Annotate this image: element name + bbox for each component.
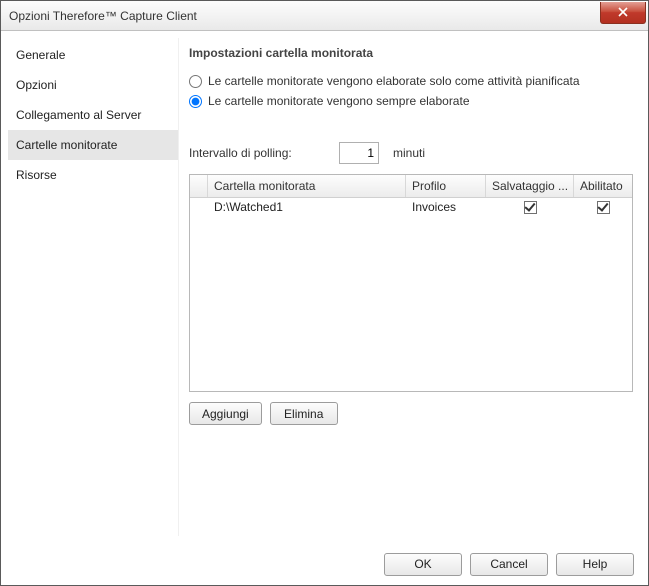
content-pane: Impostazioni cartella monitorata Le cart… (178, 38, 641, 536)
table-header: Cartella monitorata Profilo Salvataggio … (190, 175, 632, 198)
dialog-window: Opzioni Therefore™ Capture Client Genera… (0, 0, 649, 586)
polling-row: Intervallo di polling: minuti (189, 142, 633, 164)
col-handle[interactable] (190, 175, 208, 197)
sidebar-item-collegamento[interactable]: Collegamento al Server (8, 100, 178, 130)
sidebar-item-opzioni[interactable]: Opzioni (8, 70, 178, 100)
col-profile[interactable]: Profilo (406, 175, 486, 197)
dialog-footer: OK Cancel Help (1, 543, 648, 585)
radio-always[interactable]: Le cartelle monitorate vengono sempre el… (189, 94, 633, 108)
cell-save (486, 199, 574, 215)
close-button[interactable] (600, 2, 646, 24)
polling-unit: minuti (393, 146, 425, 160)
table-body: D:\Watched1 Invoices (190, 198, 632, 391)
cancel-button[interactable]: Cancel (470, 553, 548, 576)
sidebar-item-generale[interactable]: Generale (8, 40, 178, 70)
ok-button[interactable]: OK (384, 553, 462, 576)
delete-button[interactable]: Elimina (270, 402, 338, 425)
col-enabled[interactable]: Abilitato (574, 175, 632, 197)
radio-always-label: Le cartelle monitorate vengono sempre el… (208, 94, 470, 108)
col-save[interactable]: Salvataggio ... (486, 175, 574, 197)
add-button[interactable]: Aggiungi (189, 402, 262, 425)
radio-scheduled[interactable]: Le cartelle monitorate vengono elaborate… (189, 74, 633, 88)
checkbox-save[interactable] (524, 201, 537, 214)
cell-profile: Invoices (406, 199, 486, 215)
radio-scheduled-label: Le cartelle monitorate vengono elaborate… (208, 74, 580, 88)
section-title: Impostazioni cartella monitorata (189, 46, 633, 60)
titlebar: Opzioni Therefore™ Capture Client (1, 1, 648, 31)
radio-always-input[interactable] (189, 95, 202, 108)
sidebar-item-cartelle-monitorate[interactable]: Cartelle monitorate (8, 130, 178, 160)
sidebar: Generale Opzioni Collegamento al Server … (8, 38, 178, 536)
close-icon (617, 7, 629, 17)
col-folder[interactable]: Cartella monitorata (208, 175, 406, 197)
cell-enabled (574, 199, 632, 215)
checkbox-enabled[interactable] (597, 201, 610, 214)
cell-folder: D:\Watched1 (208, 199, 406, 215)
sidebar-item-risorse[interactable]: Risorse (8, 160, 178, 190)
help-button[interactable]: Help (556, 553, 634, 576)
watched-folders-table: Cartella monitorata Profilo Salvataggio … (189, 174, 633, 392)
polling-input[interactable] (339, 142, 379, 164)
dialog-body: Generale Opzioni Collegamento al Server … (4, 34, 645, 540)
cell-handle (190, 206, 208, 208)
table-buttons: Aggiungi Elimina (189, 402, 633, 425)
window-title: Opzioni Therefore™ Capture Client (9, 9, 600, 23)
table-row[interactable]: D:\Watched1 Invoices (190, 198, 632, 216)
polling-label: Intervallo di polling: (189, 146, 339, 160)
radio-scheduled-input[interactable] (189, 75, 202, 88)
